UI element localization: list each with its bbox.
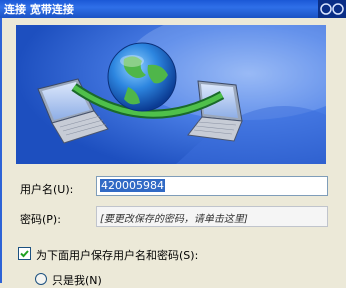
username-value: 420005984 [100, 179, 165, 192]
password-placeholder: [要更改保存的密码，请单击这里] [100, 214, 248, 225]
username-label: 用户名(U): [20, 183, 74, 196]
window-frame [0, 18, 2, 283]
title-bar: 连接 宽带连接 [0, 0, 346, 18]
window-title: 连接 宽带连接 [4, 3, 74, 16]
window-controls-icon[interactable] [318, 0, 346, 18]
save-credentials-checkbox[interactable] [18, 247, 31, 260]
password-field[interactable]: [要更改保存的密码，请单击这里] [96, 206, 328, 227]
network-banner-image [16, 25, 326, 164]
password-label: 密码(P): [20, 213, 61, 226]
checkmark-icon [20, 250, 29, 258]
username-field[interactable]: 420005984 [96, 176, 328, 196]
globe-icon [107, 42, 177, 112]
save-credentials-label: 为下面用户保存用户名和密码(S): [36, 249, 199, 262]
radio-me-only[interactable] [35, 273, 47, 285]
radio-me-only-label: 只是我(N) [52, 274, 102, 287]
